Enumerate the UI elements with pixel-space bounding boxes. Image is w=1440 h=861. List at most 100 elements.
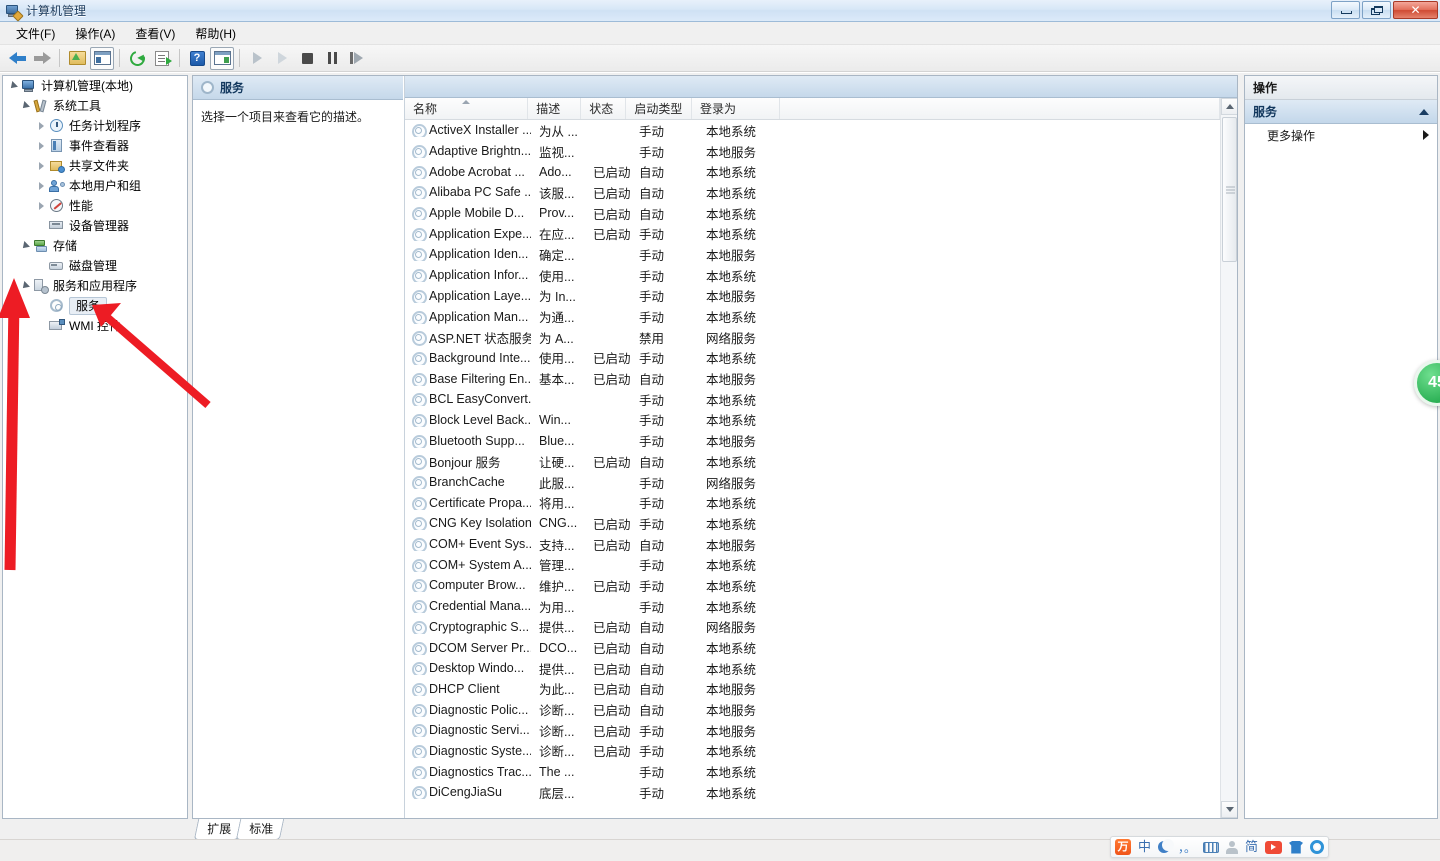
ime-toolbar[interactable]: 万 中 ，。 简 bbox=[1109, 836, 1329, 858]
column-header-描述[interactable]: 描述 bbox=[528, 98, 582, 119]
expand-twisty-icon[interactable] bbox=[35, 139, 49, 153]
show-hide-console-tree-button[interactable] bbox=[90, 46, 114, 70]
column-header-状态[interactable]: 状态 bbox=[581, 98, 627, 119]
actions-section-services[interactable]: 服务 bbox=[1245, 100, 1437, 124]
console-tree-pane[interactable]: 计算机管理(本地) 系统工具 任务计划程序 事件查看器 共享文件夹 本地用户和组… bbox=[2, 75, 188, 819]
chevron-up-icon[interactable] bbox=[1419, 108, 1429, 115]
stop-service-button[interactable] bbox=[295, 47, 319, 70]
tree-item-task-scheduler[interactable]: 任务计划程序 bbox=[3, 116, 187, 136]
table-row[interactable]: Apple Mobile D... Prov... 已启动 自动 本地系统 bbox=[405, 203, 1220, 224]
table-row[interactable]: Diagnostic Servi... 诊断... 已启动 手动 本地服务 bbox=[405, 720, 1220, 741]
tree-item-root[interactable]: 计算机管理(本地) bbox=[3, 76, 187, 96]
expand-twisty-icon[interactable] bbox=[35, 179, 49, 193]
menu-file[interactable]: 文件(F) bbox=[6, 22, 65, 45]
ime-settings-gear-icon[interactable] bbox=[1310, 840, 1324, 854]
table-row[interactable]: Diagnostic Syste... 诊断... 已启动 手动 本地系统 bbox=[405, 741, 1220, 762]
pause-service-button[interactable] bbox=[320, 47, 344, 70]
expand-twisty-icon[interactable] bbox=[35, 119, 49, 133]
ime-user-icon[interactable] bbox=[1225, 840, 1238, 854]
back-button[interactable] bbox=[5, 47, 29, 70]
up-one-level-button[interactable] bbox=[65, 47, 89, 70]
start-service-button[interactable] bbox=[245, 47, 269, 70]
table-row[interactable]: Desktop Windo... 提供... 已启动 自动 本地系统 bbox=[405, 658, 1220, 679]
table-row[interactable]: Base Filtering En... 基本... 已启动 自动 本地服务 bbox=[405, 368, 1220, 389]
table-row[interactable]: Credential Mana... 为用... 手动 本地系统 bbox=[405, 596, 1220, 617]
column-header-登录为[interactable]: 登录为 bbox=[692, 98, 781, 119]
scroll-up-button[interactable] bbox=[1221, 98, 1237, 115]
menu-help[interactable]: 帮助(H) bbox=[185, 22, 246, 45]
table-row[interactable]: Certificate Propa... 将用... 手动 本地系统 bbox=[405, 492, 1220, 513]
expand-twisty-icon[interactable] bbox=[19, 279, 33, 293]
tree-item-services-and-applications[interactable]: 服务和应用程序 bbox=[3, 276, 187, 296]
tree-item-performance[interactable]: 性能 bbox=[3, 196, 187, 216]
ime-simplified-chinese[interactable]: 简 bbox=[1245, 839, 1258, 855]
expand-twisty-icon[interactable] bbox=[35, 159, 49, 173]
table-row[interactable]: COM+ System A... 管理... 手动 本地系统 bbox=[405, 554, 1220, 575]
table-row[interactable]: Adobe Acrobat ... Ado... 已启动 自动 本地系统 bbox=[405, 161, 1220, 182]
scroll-down-button[interactable] bbox=[1221, 801, 1237, 818]
table-row[interactable]: Application Man... 为通... 手动 本地系统 bbox=[405, 306, 1220, 327]
table-row[interactable]: Background Inte... 使用... 已启动 手动 本地系统 bbox=[405, 348, 1220, 369]
action-more-actions[interactable]: 更多操作 bbox=[1245, 124, 1437, 146]
table-row[interactable]: Bonjour 服务 让硬... 已启动 自动 本地系统 bbox=[405, 451, 1220, 472]
table-row[interactable]: Application Iden... 确定... 手动 本地服务 bbox=[405, 244, 1220, 265]
column-header-启动类型[interactable]: 启动类型 bbox=[626, 98, 693, 119]
ime-soft-keyboard-icon[interactable] bbox=[1202, 841, 1219, 853]
ime-video-icon[interactable] bbox=[1265, 840, 1282, 854]
services-list[interactable]: 名称 描述 状态 启动类型 登录为 ActiveX Installer ... 为从 ..… bbox=[404, 76, 1237, 818]
table-row[interactable]: ActiveX Installer ... 为从 ... 手动 本地系统 bbox=[405, 120, 1220, 141]
tree-item-system-tools[interactable]: 系统工具 bbox=[3, 96, 187, 116]
table-row[interactable]: Cryptographic S... 提供... 已启动 自动 网络服务 bbox=[405, 617, 1220, 638]
column-header-名称[interactable]: 名称 bbox=[405, 98, 529, 119]
ime-language-mode[interactable]: 中 bbox=[1138, 839, 1151, 855]
table-row[interactable]: Computer Brow... 维护... 已启动 手动 本地系统 bbox=[405, 575, 1220, 596]
table-row[interactable]: Bluetooth Supp... Blue... 手动 本地服务 bbox=[405, 430, 1220, 451]
expand-twisty-icon[interactable] bbox=[19, 99, 33, 113]
table-row[interactable]: COM+ Event Sys... 支持... 已启动 自动 本地服务 bbox=[405, 534, 1220, 555]
table-row[interactable]: Application Expe... 在应... 已启动 手动 本地系统 bbox=[405, 223, 1220, 244]
tree-item-device-manager[interactable]: 设备管理器 bbox=[3, 216, 187, 236]
services-rows[interactable]: ActiveX Installer ... 为从 ... 手动 本地系统 Adaptiv… bbox=[405, 120, 1220, 818]
table-row[interactable]: CNG Key Isolation CNG... 已启动 手动 本地系统 bbox=[405, 513, 1220, 534]
expand-twisty-icon[interactable] bbox=[19, 239, 33, 253]
tree-item-local-users-groups[interactable]: 本地用户和组 bbox=[3, 176, 187, 196]
export-list-button[interactable] bbox=[150, 47, 174, 70]
show-hide-action-pane-button[interactable] bbox=[210, 46, 234, 70]
expand-twisty-icon[interactable] bbox=[35, 199, 49, 213]
tree-item-event-viewer[interactable]: 事件查看器 bbox=[3, 136, 187, 156]
tree-item-services[interactable]: 服务 bbox=[3, 296, 187, 316]
table-row[interactable]: Application Laye... 为 In... 手动 本地服务 bbox=[405, 286, 1220, 307]
table-row[interactable]: BranchCache 此服... 手动 网络服务 bbox=[405, 472, 1220, 493]
close-button[interactable]: ✕ bbox=[1393, 1, 1438, 19]
restore-button[interactable] bbox=[1362, 1, 1391, 19]
table-row[interactable]: Diagnostic Polic... 诊断... 已启动 自动 本地服务 bbox=[405, 699, 1220, 720]
forward-button[interactable] bbox=[30, 47, 54, 70]
scrollbar-thumb[interactable] bbox=[1222, 117, 1237, 262]
restart-service-button[interactable] bbox=[345, 47, 369, 70]
resume-service-button[interactable] bbox=[270, 47, 294, 70]
column-header-blank[interactable] bbox=[780, 98, 1220, 119]
tree-item-storage[interactable]: 存储 bbox=[3, 236, 187, 256]
tree-item-wmi-control[interactable]: WMI 控件 bbox=[3, 316, 187, 336]
table-row[interactable]: Application Infor... 使用... 手动 本地系统 bbox=[405, 265, 1220, 286]
table-row[interactable]: Block Level Back... Win... 手动 本地系统 bbox=[405, 410, 1220, 431]
minimize-button[interactable] bbox=[1331, 1, 1360, 19]
refresh-button[interactable] bbox=[125, 47, 149, 70]
table-row[interactable]: DiCengJiaSu 底层... 手动 本地系统 bbox=[405, 782, 1220, 803]
services-list-scrollbar[interactable] bbox=[1220, 98, 1237, 818]
ime-skin-icon[interactable] bbox=[1289, 840, 1303, 854]
tree-item-shared-folders[interactable]: 共享文件夹 bbox=[3, 156, 187, 176]
table-row[interactable]: Diagnostics Trac... The ... 手动 本地系统 bbox=[405, 761, 1220, 782]
menu-view[interactable]: 查看(V) bbox=[125, 22, 185, 45]
tab-extended[interactable]: 扩展 bbox=[193, 819, 243, 840]
table-row[interactable]: Adaptive Brightn... 监视... 手动 本地服务 bbox=[405, 141, 1220, 162]
table-row[interactable]: DHCP Client 为此... 已启动 自动 本地服务 bbox=[405, 679, 1220, 700]
ime-logo-icon[interactable]: 万 bbox=[1114, 839, 1131, 855]
help-button[interactable]: ? bbox=[185, 47, 209, 70]
tree-item-disk-management[interactable]: 磁盘管理 bbox=[3, 256, 187, 276]
table-row[interactable]: DCOM Server Pr... DCO... 已启动 自动 本地系统 bbox=[405, 637, 1220, 658]
expand-twisty-icon[interactable] bbox=[7, 79, 21, 93]
tab-standard[interactable]: 标准 bbox=[235, 819, 285, 840]
ime-moon-icon[interactable] bbox=[1157, 838, 1174, 854]
ime-punctuation-icon[interactable]: ，。 bbox=[1178, 839, 1196, 856]
